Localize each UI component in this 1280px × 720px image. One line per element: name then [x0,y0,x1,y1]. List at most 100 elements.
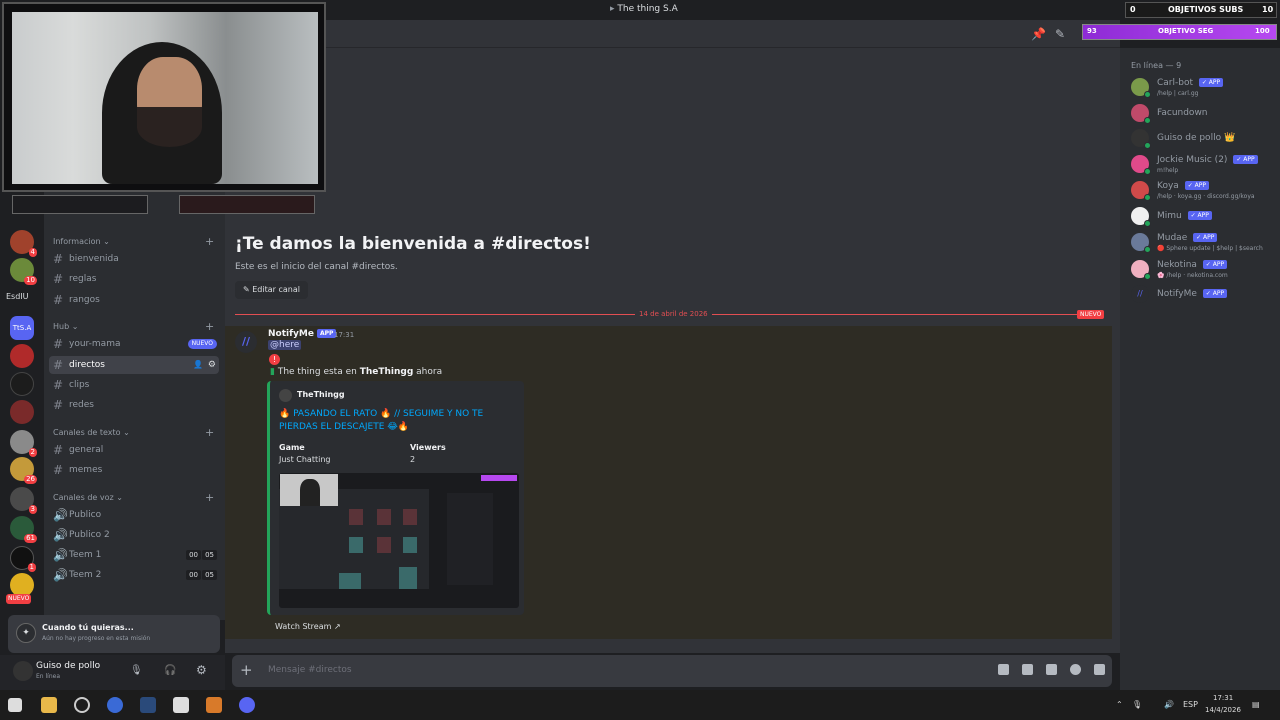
member-activity: /help | carl.gg [1157,90,1199,97]
embed-author[interactable]: TheThingg [297,390,345,399]
member-name: Mudae ✓ APP [1157,233,1218,243]
server-icon[interactable] [10,372,34,396]
apps-icon[interactable] [1094,664,1105,675]
quest-icon: ✦ [16,623,36,643]
member-nekotina[interactable]: Nekotina ✓ APP 🌸 /help · nekotina.com [1130,256,1278,282]
member-activity: m!help [1157,167,1179,174]
channel-reglas[interactable]: # reglas [49,270,219,288]
category-voz[interactable]: Canales de voz ⌄ + [53,491,214,504]
mic-icon[interactable]: 🎙 [1132,700,1142,709]
server-ttsa[interactable]: TtS.A [10,316,34,340]
speaker-icon: 🔊 [53,548,68,562]
invite-icon[interactable]: 👤 [193,356,203,374]
clock-time[interactable]: 17:31 [1213,694,1233,702]
stream-alert-bar [12,195,148,214]
member-guiso[interactable]: Guiso de pollo 👑 [1130,125,1278,151]
notification-icon[interactable]: ▤ [1252,700,1260,709]
channel-redes[interactable]: # redes [49,396,219,414]
server-icon[interactable]: 61 [10,516,37,543]
avatar [1131,260,1151,280]
voice-channel-teem-1[interactable]: 🔊 Teem 1 00 05 [49,546,219,564]
language-indicator[interactable]: ESP [1183,700,1198,709]
watch-stream-button[interactable]: Watch Stream ↗ [275,622,341,631]
channel-memes[interactable]: # memes [49,461,219,479]
mention[interactable]: @here [268,340,302,350]
headphones-icon[interactable]: 🎧 [164,665,176,676]
emoji-icon[interactable] [1070,664,1081,675]
pin-icon[interactable]: 📌 [1031,27,1046,41]
server-icon[interactable]: 10 [10,258,37,285]
user-name[interactable]: Guiso de pollo [36,661,100,671]
server-icon[interactable]: 3 [10,487,37,514]
channel-your-mama[interactable]: # your-mama NUEVO [49,335,219,353]
file-explorer-icon[interactable] [41,697,57,713]
microphone-icon[interactable]: 🎙 [130,665,143,676]
category-hub[interactable]: Hub ⌄ + [53,320,214,333]
subs-current: 0 [1130,5,1136,14]
avatar[interactable] [13,661,33,681]
member-jockie[interactable]: Jockie Music (2) ✓ APP m!help [1130,151,1278,177]
message-composer[interactable]: + Mensaje #directos [232,655,1112,687]
add-channel-icon[interactable]: + [205,235,214,248]
add-channel-icon[interactable]: + [205,320,214,333]
voice-channel-teem-2[interactable]: 🔊 Teem 2 00 05 [49,566,219,584]
window-title: The thing S.A [610,4,677,14]
channel-directos[interactable]: # directos ⚙ 👤 [49,356,219,374]
tray-chevron-icon[interactable]: ⌃ [1116,700,1123,709]
volume-icon[interactable]: 🔊 [1164,700,1174,709]
server-icon[interactable]: 26 [10,457,37,484]
stream-thumbnail[interactable] [279,473,519,608]
add-attachment-icon[interactable]: + [240,661,253,679]
member-name: Koya ✓ APP [1157,181,1209,191]
member-carl-bot[interactable]: Carl-bot ✓ APP/help | carl.gg [1130,74,1278,100]
server-icon[interactable] [10,400,34,424]
avatar [1131,181,1151,201]
channel-bienvenida[interactable]: # bienvenida [49,250,219,268]
quest-title: Cuando tú quieras... [42,623,134,632]
steam-icon[interactable] [140,697,156,713]
embed-title[interactable]: 🔥 PASANDO EL RATO 🔥 // SEGUIME Y NO TE P… [279,408,499,434]
server-icon[interactable]: 1 [10,546,36,572]
sticker-icon[interactable] [1046,664,1057,675]
hide-members-icon[interactable]: ✎ [1055,27,1065,41]
channel-clips[interactable]: # clips [49,376,219,394]
avatar [1131,104,1151,124]
member-mudae[interactable]: Mudae ✓ APP 🔴 Sphere update | $help | $se… [1130,229,1278,255]
voice-channel-publico[interactable]: 🔊 Publico [49,506,219,524]
channel-general[interactable]: # general [49,441,219,459]
notifyme-avatar[interactable]: // [235,331,257,353]
clock-date[interactable]: 14/4/2026 [1205,706,1241,714]
edit-channel-button[interactable]: ✎ Editar canal [235,281,308,299]
discord-icon[interactable] [239,697,255,713]
quest-card[interactable]: ✦ Cuando tú quieras... Aún no hay progre… [8,615,220,653]
server-name-label: EsdIU [6,292,29,301]
start-icon[interactable] [8,698,22,712]
channel-rangos[interactable]: # rangos [49,291,219,309]
message-author[interactable]: NotifyMe APP [268,329,337,339]
server-icon[interactable]: 2 [10,430,37,457]
member-mimu[interactable]: Mimu ✓ APP [1130,203,1278,229]
add-channel-icon[interactable]: + [205,426,214,439]
member-koya[interactable]: Koya ✓ APP/help · koya.gg · discord.gg/k… [1130,177,1278,203]
gear-icon[interactable]: ⚙ [196,663,207,677]
welcome-subtitle: Este es el inicio del canal #directos. [235,262,398,272]
mention-badge: 4 [28,248,37,257]
member-facundown[interactable]: Facundown [1130,100,1278,126]
user-count: 00 [186,550,201,560]
gif-icon[interactable] [1022,664,1033,675]
capcut-icon[interactable] [173,697,189,713]
gift-icon[interactable] [998,664,1009,675]
nuevo-badge: NUEVO [6,594,32,604]
server-icon[interactable]: 4 [10,230,37,257]
app-icon[interactable] [206,697,222,713]
member-notifyme[interactable]: // NotifyMe ✓ APP [1130,281,1278,307]
category-informacion[interactable]: Informacion ⌄ + [53,235,214,248]
add-channel-icon[interactable]: + [205,491,214,504]
seg-goal: 100 [1255,27,1270,35]
server-icon[interactable] [10,344,34,368]
category-texto[interactable]: Canales de texto ⌄ + [53,426,214,439]
app-icon[interactable] [74,697,90,713]
voice-channel-publico-2[interactable]: 🔊 Publico 2 [49,526,219,544]
settings-icon[interactable]: ⚙ [208,356,216,374]
chrome-icon[interactable] [107,697,123,713]
